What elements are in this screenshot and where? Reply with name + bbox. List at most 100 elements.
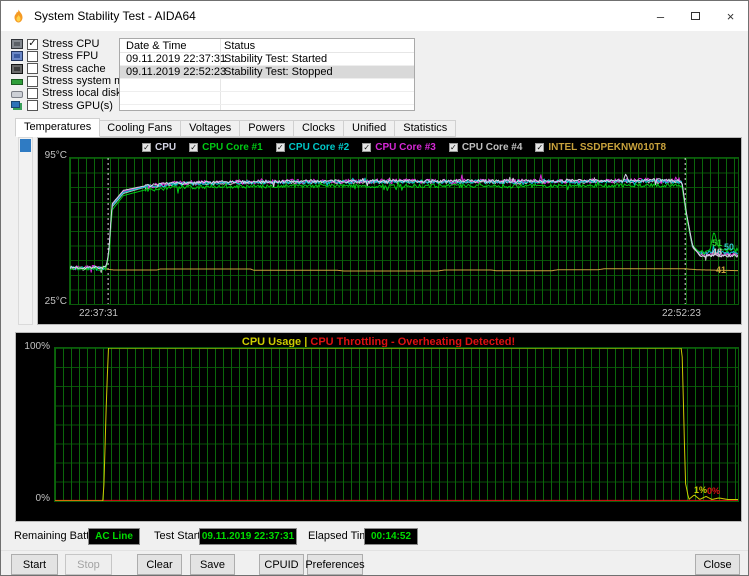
end-value-label: 0% bbox=[707, 486, 720, 496]
legend-checkbox[interactable]: ✓ bbox=[276, 143, 285, 152]
end-value-label: 41 bbox=[716, 265, 726, 275]
legend-label: CPU Core #1 bbox=[202, 142, 263, 153]
legend-checkbox[interactable]: ✓ bbox=[142, 143, 151, 152]
legend-item[interactable]: ✓CPU Core #4 bbox=[449, 142, 523, 153]
disk-icon bbox=[11, 91, 23, 98]
fpu-icon bbox=[11, 51, 23, 61]
legend-label: INTEL SSDPEKNW010T8 bbox=[548, 142, 666, 153]
start-button[interactable]: Start bbox=[11, 554, 58, 575]
stress-checkbox[interactable] bbox=[27, 88, 38, 99]
stress-checkbox[interactable]: ✓ bbox=[27, 39, 38, 50]
table-header: Date & Time Status bbox=[120, 39, 414, 53]
table-row[interactable]: 09.11.2019 22:37:31Stability Test: Start… bbox=[120, 53, 414, 66]
legend-checkbox[interactable]: ✓ bbox=[449, 143, 458, 152]
table-row-empty bbox=[120, 79, 414, 92]
legend-label: CPU bbox=[155, 142, 176, 153]
stress-option-label: Stress GPU(s) bbox=[42, 100, 113, 112]
x-axis-end-label: 22:52:23 bbox=[662, 308, 701, 319]
stress-checkbox[interactable] bbox=[27, 76, 38, 87]
temperature-scale-scrollbar[interactable] bbox=[18, 137, 33, 325]
battery-value-box: AC Line bbox=[88, 528, 140, 545]
legend-item[interactable]: ✓ CPU Core #2 bbox=[276, 142, 350, 153]
stress-checkbox[interactable] bbox=[27, 63, 38, 74]
stress-option-label: Stress cache bbox=[42, 63, 106, 75]
temperature-chart-panel: ✓ CPU ✓ CPU Core #1 ✓ CPU Core #2 ✓ CPU Core #3… bbox=[37, 137, 742, 325]
legend-checkbox[interactable]: ✓ bbox=[189, 143, 198, 152]
minimize-button[interactable]: – bbox=[643, 1, 678, 31]
tab-voltages[interactable]: Voltages bbox=[181, 120, 240, 137]
cell-status: Stability Test: Started bbox=[224, 53, 327, 65]
stress-options-list: ✓Stress CPUStress FPUStress cacheStress … bbox=[11, 38, 119, 112]
tab-temperatures[interactable]: Temperatures bbox=[15, 118, 100, 137]
series-intel-ssdpeknw010t8 bbox=[70, 269, 738, 272]
clear-button[interactable]: Clear bbox=[137, 554, 182, 575]
maximize-icon bbox=[691, 12, 700, 20]
tab-powers[interactable]: Powers bbox=[240, 120, 294, 137]
stress-option[interactable]: Stress cache bbox=[11, 63, 119, 75]
tab-unified[interactable]: Unified bbox=[344, 120, 395, 137]
aida64-stability-test-window: System Stability Test - AIDA64 – × ✓ Stre… bbox=[0, 0, 749, 576]
status-bar: Remaining Battery: AC Line Test Started:… bbox=[1, 526, 748, 548]
tab-statistics[interactable]: Statistics bbox=[395, 120, 456, 137]
window-title: System Stability Test - AIDA64 bbox=[34, 9, 196, 23]
temperature-legend: ✓ CPU ✓ CPU Core #1 ✓ CPU Core #2 ✓ CPU Core #3… bbox=[69, 142, 739, 153]
series-cpu-core-2 bbox=[70, 178, 738, 270]
temperature-plot bbox=[69, 157, 739, 305]
table-row[interactable]: 09.11.2019 22:52:23Stability Test: Stopp… bbox=[120, 66, 414, 79]
legend-item[interactable]: ✓ CPU Core #3 bbox=[362, 142, 436, 153]
elapsed-time-value-box: 00:14:52 bbox=[364, 528, 418, 545]
scrollbar-thumb[interactable] bbox=[20, 139, 31, 152]
save-button[interactable]: Save bbox=[190, 554, 235, 575]
maximize-button[interactable] bbox=[678, 1, 713, 31]
cell-status: Stability Test: Stopped bbox=[224, 66, 333, 78]
tab-clocks[interactable]: Clocks bbox=[294, 120, 344, 137]
tab-cooling-fans[interactable]: Cooling Fans bbox=[99, 120, 181, 137]
elapsed-time-value: 00:14:52 bbox=[371, 531, 411, 542]
stress-option[interactable]: Stress FPU bbox=[11, 50, 119, 62]
legend-checkbox[interactable]: ✓ bbox=[362, 143, 371, 152]
legend-label: CPU Core #3 bbox=[375, 142, 436, 153]
x-axis-start-label: 22:37:31 bbox=[79, 308, 118, 319]
preferences-button[interactable]: Preferences bbox=[307, 554, 363, 575]
test-started-value-box: 09.11.2019 22:37:31 bbox=[199, 528, 297, 545]
legend-item[interactable]: ✓ CPU bbox=[142, 142, 176, 153]
stress-checkbox[interactable] bbox=[27, 51, 38, 62]
battery-value: AC Line bbox=[95, 531, 133, 542]
cpu-usage-chart-panel: CPU Usage | CPU Throttling - Overheating… bbox=[15, 332, 742, 522]
stress-option-label: Stress local disks bbox=[42, 87, 127, 99]
table-row-empty bbox=[120, 92, 414, 105]
cpu-icon bbox=[11, 39, 23, 49]
series-cpu-usage bbox=[55, 348, 738, 501]
usage-y-max-label: 100% bbox=[22, 341, 50, 352]
cell-datetime: 09.11.2019 22:37:31 bbox=[126, 53, 226, 65]
close-window-button[interactable]: × bbox=[713, 1, 748, 31]
y-axis-min-label: 25°C bbox=[40, 296, 67, 307]
stress-option-label: Stress CPU bbox=[42, 38, 99, 50]
memory-icon bbox=[11, 79, 23, 85]
table-row-empty bbox=[120, 105, 414, 111]
tab-bar: TemperaturesCooling FansVoltagesPowersCl… bbox=[15, 118, 456, 137]
close-button[interactable]: Close bbox=[695, 554, 740, 575]
stress-option[interactable]: Stress local disks bbox=[11, 87, 119, 99]
legend-item[interactable]: ✓ INTEL SSDPEKNW010T8 bbox=[535, 142, 666, 153]
gpu-icon bbox=[11, 101, 20, 108]
stress-option[interactable]: Stress GPU(s) bbox=[11, 99, 119, 111]
stress-option[interactable]: Stress system memory bbox=[11, 75, 119, 87]
stress-checkbox[interactable] bbox=[27, 100, 38, 111]
stress-option-label: Stress FPU bbox=[42, 50, 98, 62]
test-started-value: 09.11.2019 22:37:31 bbox=[202, 531, 294, 542]
test-log-table[interactable]: Date & Time Status 09.11.2019 22:37:31St… bbox=[119, 38, 415, 111]
legend-checkbox[interactable]: ✓ bbox=[535, 143, 544, 152]
legend-item[interactable]: ✓ CPU Core #1 bbox=[189, 142, 263, 153]
cpu-usage-plot bbox=[54, 347, 739, 502]
titlebar: System Stability Test - AIDA64 – × bbox=[1, 1, 748, 31]
series-cpu-core-4 bbox=[70, 177, 738, 272]
cell-datetime: 09.11.2019 22:52:23 bbox=[126, 66, 226, 78]
flame-app-icon bbox=[11, 9, 26, 23]
series-cpu-core-1 bbox=[70, 182, 738, 271]
cpuid-button[interactable]: CPUID bbox=[259, 554, 304, 575]
cache-icon bbox=[11, 64, 23, 74]
legend-label: CPU Core #2 bbox=[289, 142, 350, 153]
y-axis-max-label: 95°C bbox=[40, 150, 67, 161]
stress-option[interactable]: ✓ Stress CPU bbox=[11, 38, 119, 50]
